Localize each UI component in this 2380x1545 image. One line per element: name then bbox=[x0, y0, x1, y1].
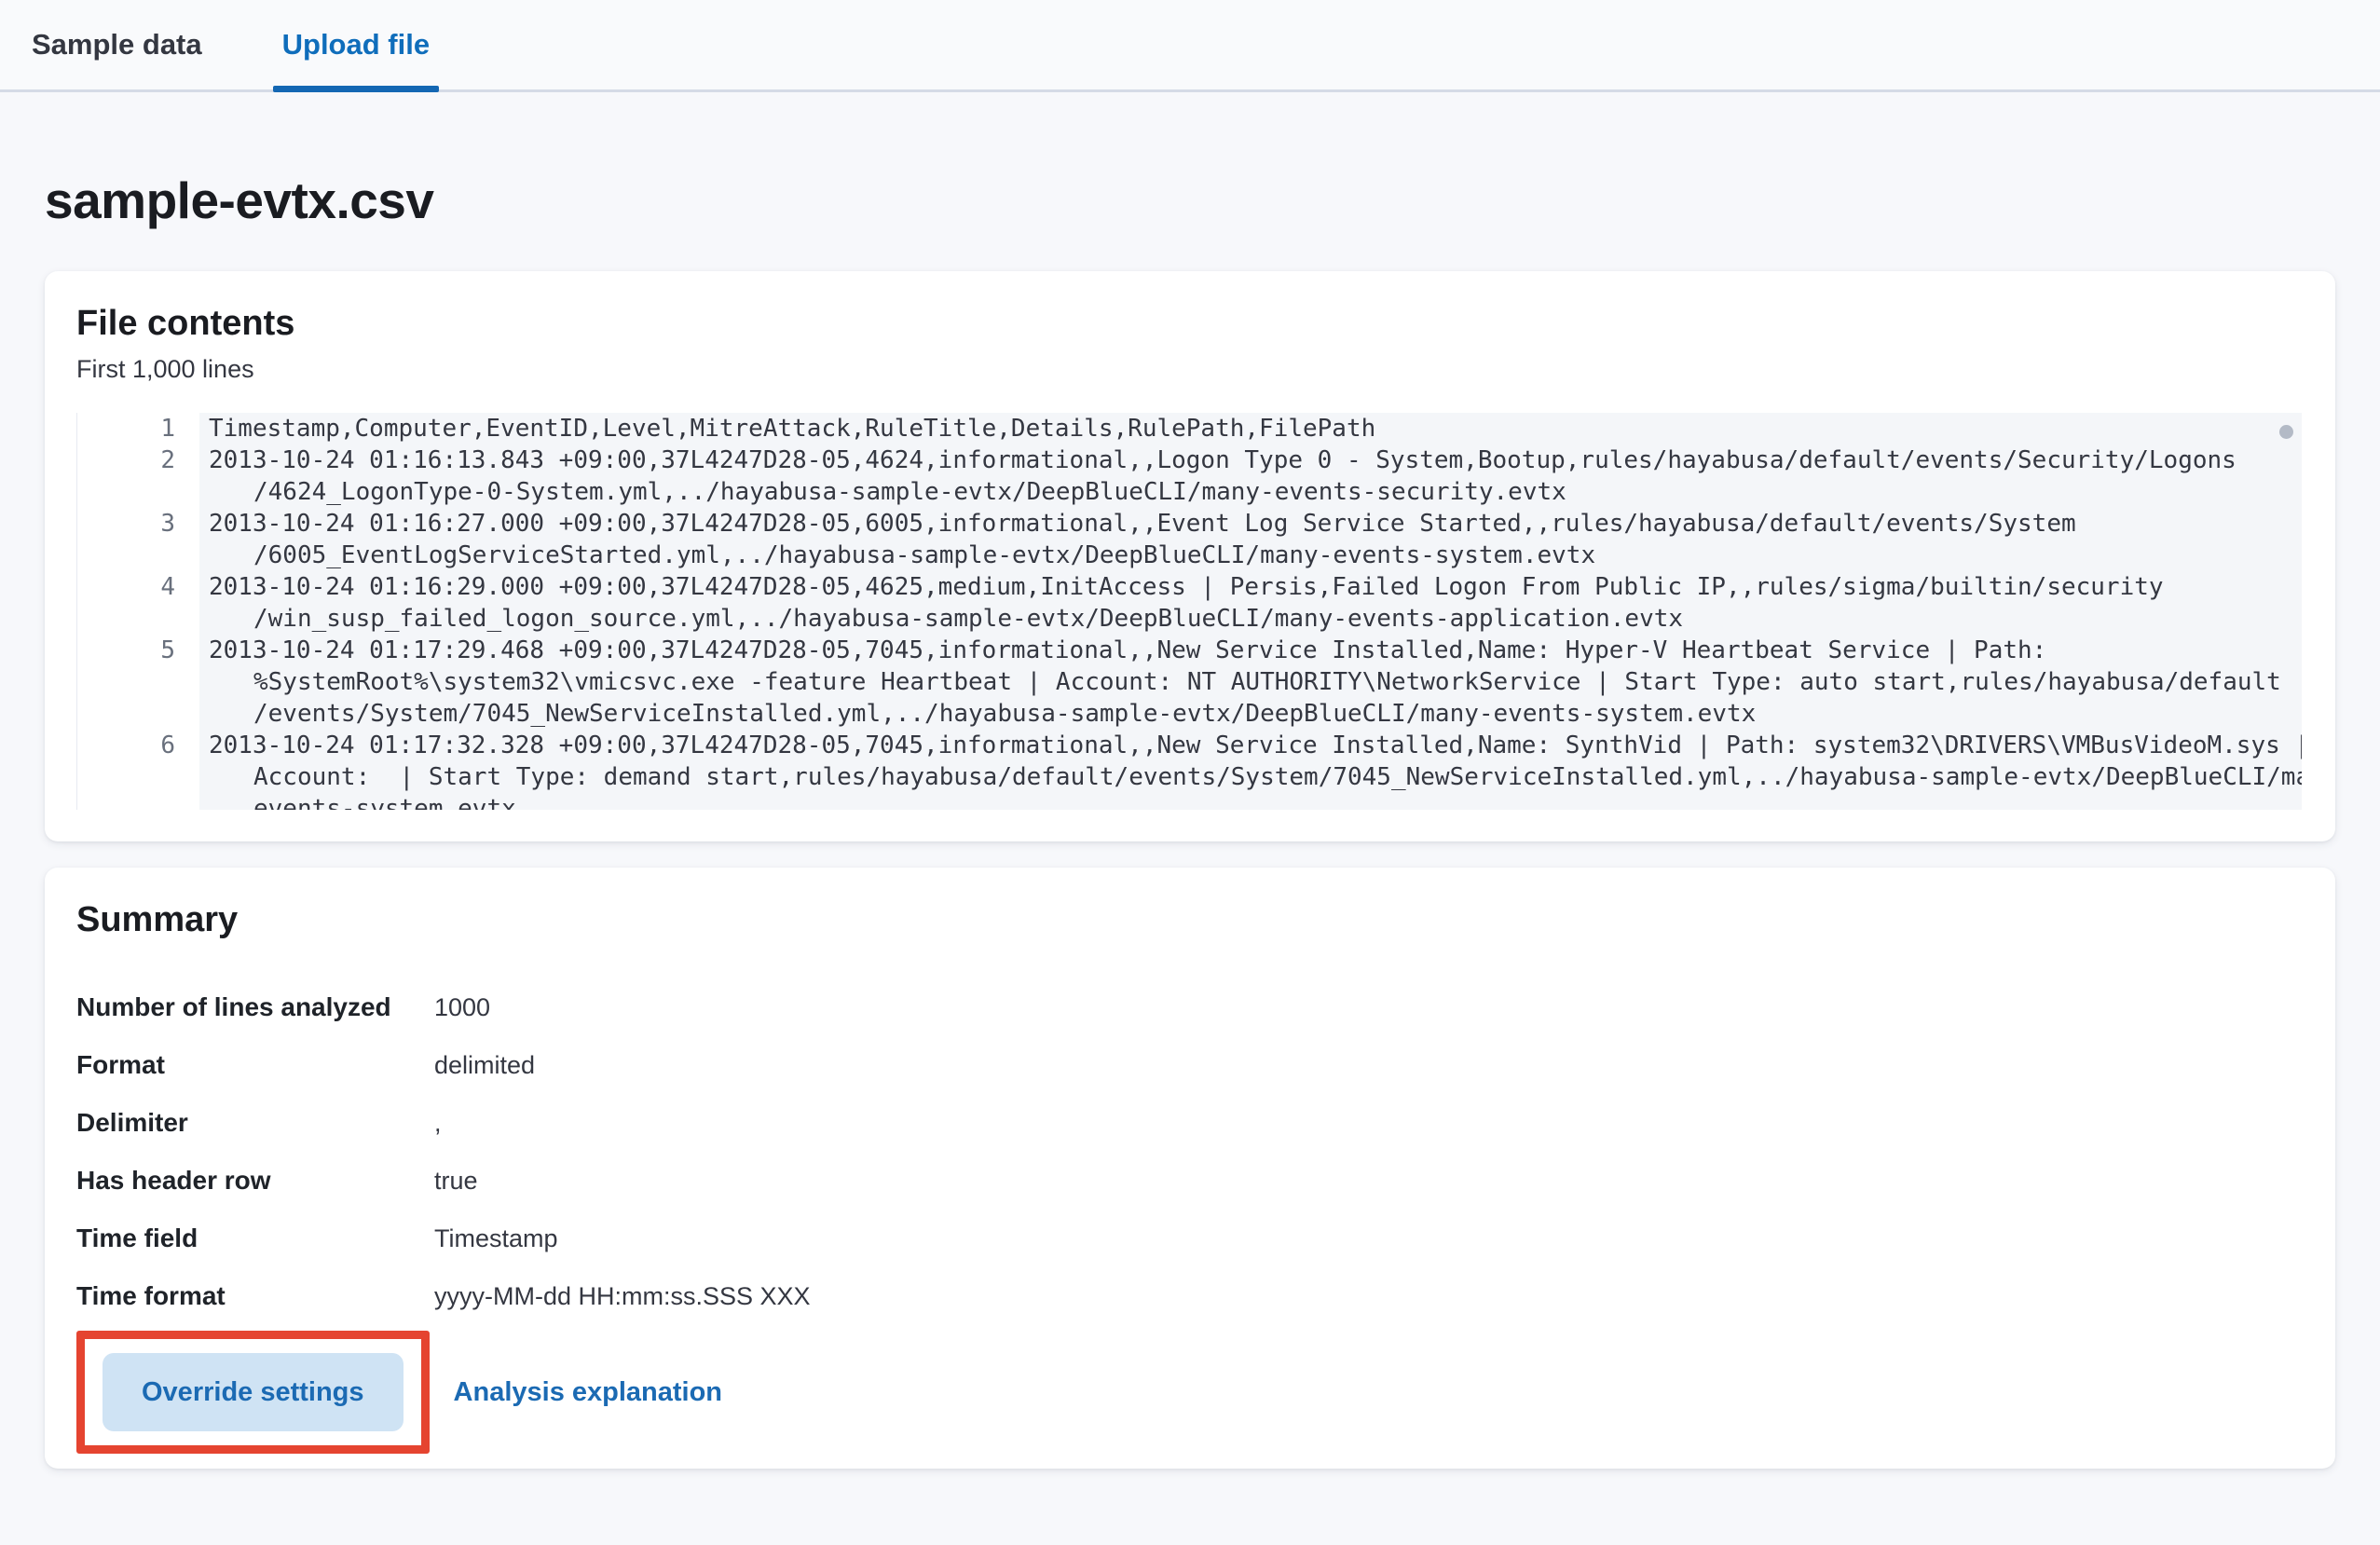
analysis-explanation-link[interactable]: Analysis explanation bbox=[454, 1377, 723, 1408]
summary-label: Time format bbox=[76, 1273, 434, 1319]
tab-upload-file[interactable]: Upload file bbox=[273, 28, 439, 89]
code-line: 2013-10-24 01:16:13.843 +09:00,37L4247D2… bbox=[199, 444, 2302, 508]
line-number: 6 bbox=[77, 730, 199, 810]
code-text: 2013-10-24 01:16:13.843 +09:00,37L4247D2… bbox=[209, 444, 2302, 476]
summary-row-has-header: Has header row true bbox=[76, 1157, 2302, 1204]
summary-row-time-field: Time field Timestamp bbox=[76, 1215, 2302, 1262]
tab-sample-data[interactable]: Sample data bbox=[22, 28, 212, 89]
summary-panel: Summary Number of lines analyzed 1000 Fo… bbox=[45, 868, 2335, 1470]
code-text: 2013-10-24 01:16:27.000 +09:00,37L4247D2… bbox=[209, 508, 2302, 540]
file-contents-heading: File contents bbox=[76, 303, 2302, 346]
summary-row-time-format: Time format yyyy-MM-dd HH:mm:ss.SSS XXX bbox=[76, 1273, 2302, 1319]
annotation-highlight-box: Override settings bbox=[76, 1331, 430, 1454]
line-number: 4 bbox=[77, 571, 199, 635]
code-text: events-system.evtx bbox=[209, 793, 2302, 810]
code-line: 2013-10-24 01:16:27.000 +09:00,37L4247D2… bbox=[199, 508, 2302, 571]
tab-bar: Sample data Upload file bbox=[0, 0, 2380, 92]
summary-label: Number of lines analyzed bbox=[76, 984, 434, 1031]
file-preview-code-block[interactable]: 1 Timestamp,Computer,EventID,Level,Mitre… bbox=[76, 413, 2302, 810]
main-content: sample-evtx.csv File contents First 1,00… bbox=[0, 171, 2380, 1469]
summary-value: 1000 bbox=[434, 984, 490, 1031]
code-text: /win_susp_failed_logon_source.yml,../hay… bbox=[209, 603, 2302, 635]
summary-value: true bbox=[434, 1157, 478, 1204]
code-line: 2013-10-24 01:17:32.328 +09:00,37L4247D2… bbox=[199, 730, 2302, 810]
summary-label: Time field bbox=[76, 1215, 434, 1262]
code-text: /6005_EventLogServiceStarted.yml,../haya… bbox=[209, 540, 2302, 571]
line-number: 5 bbox=[77, 635, 199, 730]
summary-value: Timestamp bbox=[434, 1215, 558, 1262]
code-line: 2013-10-24 01:17:29.468 +09:00,37L4247D2… bbox=[199, 635, 2302, 730]
summary-label: Has header row bbox=[76, 1157, 434, 1204]
summary-row-lines-analyzed: Number of lines analyzed 1000 bbox=[76, 984, 2302, 1031]
summary-value: , bbox=[434, 1100, 442, 1146]
code-text: 2013-10-24 01:16:29.000 +09:00,37L4247D2… bbox=[209, 571, 2302, 603]
code-text: /events/System/7045_NewServiceInstalled.… bbox=[209, 698, 2302, 730]
code-text: Account: | Start Type: demand start,rule… bbox=[209, 761, 2302, 793]
code-grid: 1 Timestamp,Computer,EventID,Level,Mitre… bbox=[77, 413, 2302, 810]
page-title: sample-evtx.csv bbox=[45, 171, 2335, 230]
file-contents-subtitle: First 1,000 lines bbox=[76, 353, 2302, 385]
summary-actions: Override settings Analysis explanation bbox=[76, 1331, 2302, 1454]
line-number: 1 bbox=[77, 413, 199, 444]
summary-value: yyyy-MM-dd HH:mm:ss.SSS XXX bbox=[434, 1273, 811, 1319]
summary-label: Format bbox=[76, 1042, 434, 1088]
code-text: %SystemRoot%\system32\vmicsvc.exe -featu… bbox=[209, 666, 2302, 698]
line-number: 2 bbox=[77, 444, 199, 508]
file-contents-panel: File contents First 1,000 lines 1 Timest… bbox=[45, 271, 2335, 841]
code-line: 2013-10-24 01:16:29.000 +09:00,37L4247D2… bbox=[199, 571, 2302, 635]
code-text: 2013-10-24 01:17:32.328 +09:00,37L4247D2… bbox=[209, 730, 2302, 761]
code-line: Timestamp,Computer,EventID,Level,MitreAt… bbox=[199, 413, 2302, 444]
summary-label: Delimiter bbox=[76, 1100, 434, 1146]
summary-heading: Summary bbox=[76, 899, 2302, 942]
summary-row-format: Format delimited bbox=[76, 1042, 2302, 1088]
summary-value: delimited bbox=[434, 1042, 535, 1088]
override-settings-button[interactable]: Override settings bbox=[103, 1353, 404, 1431]
code-text: /4624_LogonType-0-System.yml,../hayabusa… bbox=[209, 476, 2302, 508]
code-text: Timestamp,Computer,EventID,Level,MitreAt… bbox=[209, 413, 2302, 444]
scrollbar-thumb[interactable] bbox=[2279, 425, 2293, 439]
upload-file-page: { "tabs": [ { "label": "Sample data", "s… bbox=[0, 0, 2380, 1545]
code-text: 2013-10-24 01:17:29.468 +09:00,37L4247D2… bbox=[209, 635, 2302, 666]
summary-row-delimiter: Delimiter , bbox=[76, 1100, 2302, 1146]
line-number: 3 bbox=[77, 508, 199, 571]
